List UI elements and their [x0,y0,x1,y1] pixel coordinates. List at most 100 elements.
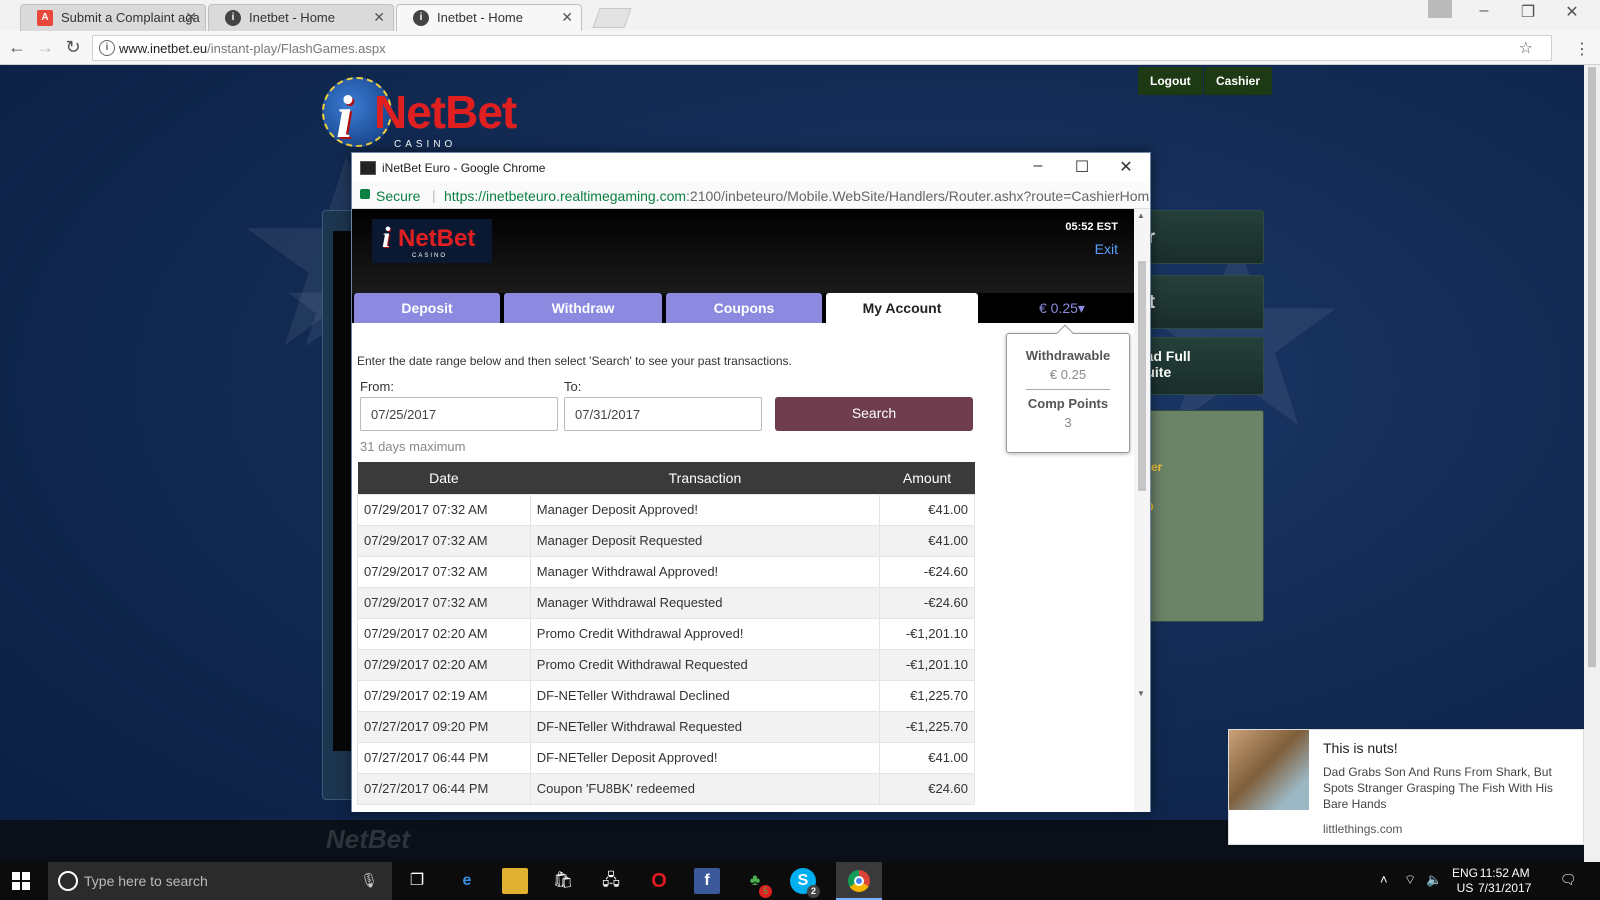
balance-dropdown[interactable]: € 0.25▾ [1039,300,1085,317]
game-list-item[interactable]: - F [1137,477,1263,497]
date-range-hint: Enter the date range below and then sele… [357,354,792,368]
column-header-date[interactable]: Date [357,462,531,494]
column-header-amount[interactable]: Amount [879,462,975,494]
profile-icon[interactable] [1428,0,1452,18]
game-list-item[interactable]: - Z [1137,517,1263,537]
url-path: /instant-play/FlashGames.aspx [207,41,386,56]
cell-transaction: DF-NETeller Deposit Approved! [529,741,881,774]
ad-source[interactable]: littlethings.com [1323,822,1402,836]
tab-my-account[interactable]: My Account [826,293,978,323]
maximize-icon[interactable]: ☐ [1060,157,1104,177]
game-list-item[interactable]: oker [1137,457,1263,477]
site-icon: i [225,10,241,26]
scrollbar-thumb[interactable] [1138,261,1146,491]
logout-button[interactable]: Logout [1138,67,1203,95]
ad-title[interactable]: This is nuts! [1323,740,1398,756]
ad-notification[interactable]: This is nuts! Dad Grabs Son And Runs Fro… [1228,729,1584,845]
facebook-icon[interactable]: f [694,868,720,894]
browser-tab-inetbet-1[interactable]: i Inetbet - Home ✕ [208,4,394,31]
browser-tab-inetbet-2[interactable]: i Inetbet - Home ✕ [396,4,582,31]
language-indicator[interactable]: ENG US [1452,866,1478,896]
system-clock[interactable]: 11:52 AM 7/31/2017 [1478,866,1531,896]
clover-app-icon[interactable]: ♣ 5 [742,868,772,898]
close-tab-icon[interactable]: ✕ [561,9,573,26]
microphone-icon[interactable]: 🎙 [360,872,378,889]
windows-start-icon[interactable] [12,872,30,890]
table-row: 07/29/2017 02:19 AM DF-NETeller Withdrawa… [357,679,975,712]
cashier-tabs: Deposit Withdraw Coupons My Account € 0.… [352,293,1134,323]
cell-date: 07/27/2017 09:20 PM [357,710,531,743]
ad-thumbnail[interactable] [1229,730,1309,810]
minimize-icon[interactable]: – [1462,2,1506,20]
to-date-input[interactable]: 07/31/2017 [564,397,762,431]
popup-url-bar[interactable]: Secure | https://inetbeteuro.realtimegam… [352,183,1150,209]
popup-scrollbar[interactable]: ▲ ▼ [1134,209,1150,812]
balance-popover: Withdrawable € 0.25 Comp Points 3 [1006,324,1130,453]
browser-tab-bar: A Submit a Complaint aga ✕ i Inetbet - H… [0,0,1600,31]
file-explorer-icon[interactable] [502,868,528,894]
close-tab-icon[interactable]: ✕ [185,9,197,26]
volume-icon[interactable]: 🔈 [1426,872,1442,888]
red-a-icon: A [37,10,53,26]
search-button[interactable]: Search [775,397,973,431]
store-icon[interactable]: 🛍 [550,868,576,894]
badge: 5 [759,885,772,898]
cell-transaction: DF-NETeller Withdrawal Requested [529,710,881,743]
scroll-up-icon[interactable]: ▲ [1137,211,1145,220]
close-tab-icon[interactable]: ✕ [373,9,385,26]
withdrawable-label: Withdrawable [1025,348,1111,363]
edge-icon[interactable]: e [454,868,480,894]
cell-transaction: Manager Deposit Requested [529,524,881,557]
close-icon[interactable]: ✕ [1104,157,1148,177]
menu-dots-icon[interactable]: ⋮ [1574,39,1590,59]
cell-date: 07/29/2017 07:32 AM [357,493,531,526]
restore-icon[interactable]: ❐ [1506,2,1550,22]
opera-icon[interactable]: O [646,868,672,894]
game-list-item[interactable]: - O [1137,497,1263,517]
from-label: From: [360,379,394,394]
lock-icon [360,189,370,199]
scrollbar-thumb[interactable] [1588,67,1596,667]
back-arrow-icon[interactable]: ← [6,37,28,58]
tab-deposit[interactable]: Deposit [354,293,500,323]
exit-link[interactable]: Exit [1095,241,1118,257]
divider [1026,389,1110,390]
browser-tab-complaint[interactable]: A Submit a Complaint aga ✕ [20,4,206,31]
cell-amount: -€1,225.70 [879,710,975,743]
cell-transaction: Coupon 'FU8BK' redeemed [529,772,881,805]
app-icon [360,161,376,175]
cell-date: 07/29/2017 07:32 AM [357,555,531,588]
comp-points-value: 3 [1064,415,1072,430]
chrome-taskbar-item[interactable] [836,862,882,900]
notifications-icon[interactable]: 🗨 [1560,872,1577,888]
wifi-icon[interactable]: ⌔ [1404,872,1416,888]
tray-expand-icon[interactable]: ˄ [1380,872,1388,887]
url-input[interactable]: i www.inetbet.eu/instant-play/FlashGames… [92,35,1552,61]
reload-icon[interactable]: ↻ [62,37,84,58]
cashier-button[interactable]: Cashier [1204,67,1273,95]
info-icon[interactable]: i [99,40,115,56]
scroll-down-icon[interactable]: ▼ [1137,689,1145,698]
inetbet-logo[interactable]: i NetBet CASINO [322,77,517,153]
tab-title: Inetbet - Home [437,10,523,25]
skype-icon[interactable]: S2 [790,868,820,898]
task-view-icon[interactable]: ❐ [404,868,430,894]
tab-coupons[interactable]: Coupons [666,293,822,323]
from-date-input[interactable]: 07/25/2017 [360,397,558,431]
page-scrollbar[interactable] [1584,65,1600,862]
close-window-icon[interactable]: ✕ [1550,2,1594,22]
comp-points-label: Comp Points [1027,396,1109,411]
bookmark-star-icon[interactable]: ☆ [1519,38,1533,58]
new-tab-button[interactable] [592,8,632,28]
column-header-transaction[interactable]: Transaction [530,462,880,494]
table-row: 07/27/2017 09:20 PM DF-NETeller Withdrawa… [357,710,975,743]
tab-withdraw[interactable]: Withdraw [504,293,662,323]
table-row: 07/29/2017 02:20 AM Promo Credit Withdraw… [357,617,975,650]
popup-url-path: :2100/inbeteuro/Mobile.WebSite/Handlers/… [686,188,1150,204]
network-app-icon[interactable]: 🖧 [598,868,624,894]
ad-text[interactable]: Dad Grabs Son And Runs From Shark, But S… [1323,764,1575,812]
badge: 2 [807,885,820,898]
minimize-icon[interactable]: – [1016,157,1060,175]
forward-arrow-icon[interactable]: → [34,37,56,58]
taskbar-search-input[interactable]: Type here to search 🎙 [48,862,392,900]
